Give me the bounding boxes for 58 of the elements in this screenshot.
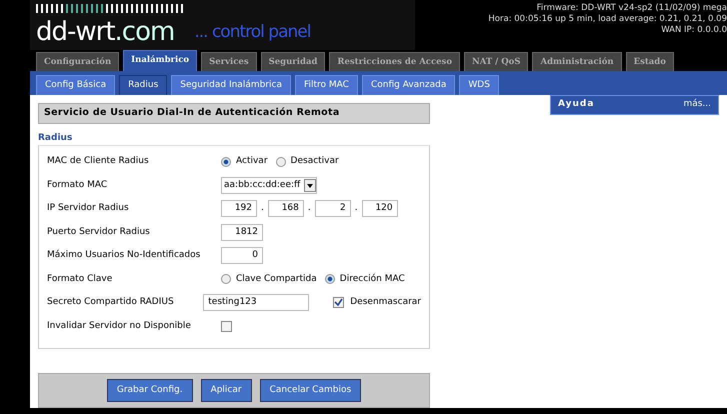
ip-dot: . xyxy=(308,202,311,215)
ip-dot: . xyxy=(261,202,264,215)
nav-tab[interactable]: Configuración xyxy=(36,52,120,71)
radio-button[interactable] xyxy=(221,156,231,167)
logo-text: dd-wrt.com xyxy=(36,18,174,46)
radio-button[interactable] xyxy=(324,274,335,284)
ip-octet-field[interactable]: 2 xyxy=(314,200,351,218)
logo-bars-icon xyxy=(36,4,183,13)
number-field[interactable]: 1812 xyxy=(221,224,263,241)
radio-label: Desactivar xyxy=(290,155,339,168)
radio-button[interactable] xyxy=(221,274,231,284)
field-label: Formato Clave xyxy=(47,272,114,286)
firmware-info-text: WAN IP: 0.0.0.0 xyxy=(660,25,727,36)
nav-tab[interactable]: Administración xyxy=(532,52,622,71)
help-title: Ayuda xyxy=(558,98,594,112)
secret-field[interactable]: testing123 xyxy=(203,294,310,312)
field-label: Puerto Servidor Radius xyxy=(47,226,151,238)
select-field[interactable]: aa:bb:cc:dd:ee:ff xyxy=(221,176,318,194)
ip-octet-field[interactable]: 192 xyxy=(221,200,257,218)
radio-label: Clave Compartida xyxy=(236,272,317,286)
nav-tab[interactable]: Restricciones de Acceso xyxy=(329,52,460,71)
field-label: Formato MAC xyxy=(47,178,108,192)
nav-tab[interactable]: NAT / QoS xyxy=(464,52,528,71)
field-label: IP Servidor Radius xyxy=(47,202,130,215)
checkbox-label: Desenmascarar xyxy=(350,296,421,309)
more-link[interactable]: más... xyxy=(683,98,711,112)
nav-tab[interactable]: Inalámbrico xyxy=(123,50,198,71)
nav-tab[interactable]: Estado xyxy=(626,52,674,71)
firmware-info-text: Hora: 00:05:16 up 5 min, load average: 0.21, 0.21, 0.09 xyxy=(488,14,727,25)
nav-tab[interactable]: Services xyxy=(201,52,257,71)
field-label: Máximo Usuarios No-Identificados xyxy=(47,249,202,262)
radio-label: Dirección MAC xyxy=(340,272,405,286)
firmware-info-text: Firmware: DD-WRT v24-sp2 (11/02/09) mega xyxy=(536,3,727,14)
sub-tab[interactable]: Seguridad Inalámbrica xyxy=(171,74,291,96)
sub-tab[interactable]: Radius xyxy=(119,74,168,96)
field-label: Invalidar Servidor no Disponible xyxy=(47,320,192,332)
sub-tab[interactable]: Filtro MAC xyxy=(294,74,358,96)
section-title: Servicio de Usuario Dial-In de Autenticación Remota xyxy=(38,103,430,124)
ip-dot: . xyxy=(354,202,358,215)
number-field[interactable]: 0 xyxy=(221,247,263,264)
action-button[interactable]: Grabar Config. xyxy=(106,378,193,402)
sub-tab[interactable]: Config Básica xyxy=(36,74,116,96)
nav-tab[interactable]: Seguridad xyxy=(260,52,326,71)
fieldset-legend: Radius xyxy=(38,132,430,145)
unmask-checkbox[interactable] xyxy=(333,297,344,308)
field-label: MAC de Cliente Radius xyxy=(47,155,150,168)
dropdown-icon xyxy=(304,178,316,192)
ip-octet-field[interactable]: 120 xyxy=(362,200,398,218)
ip-octet-field[interactable]: 168 xyxy=(268,200,304,218)
radio-label: Activar xyxy=(236,155,268,168)
panel-subtitle: ... control panel xyxy=(194,20,310,44)
action-button[interactable]: Aplicar xyxy=(200,378,252,402)
radio-button[interactable] xyxy=(276,156,286,167)
sub-tab[interactable]: WDS xyxy=(459,74,499,96)
sub-tab[interactable]: Config Avanzada xyxy=(362,74,456,96)
checkbox[interactable] xyxy=(221,320,232,332)
field-label: Secreto Compartido RADIUS xyxy=(47,296,175,309)
action-button[interactable]: Cancelar Cambios xyxy=(260,378,362,402)
